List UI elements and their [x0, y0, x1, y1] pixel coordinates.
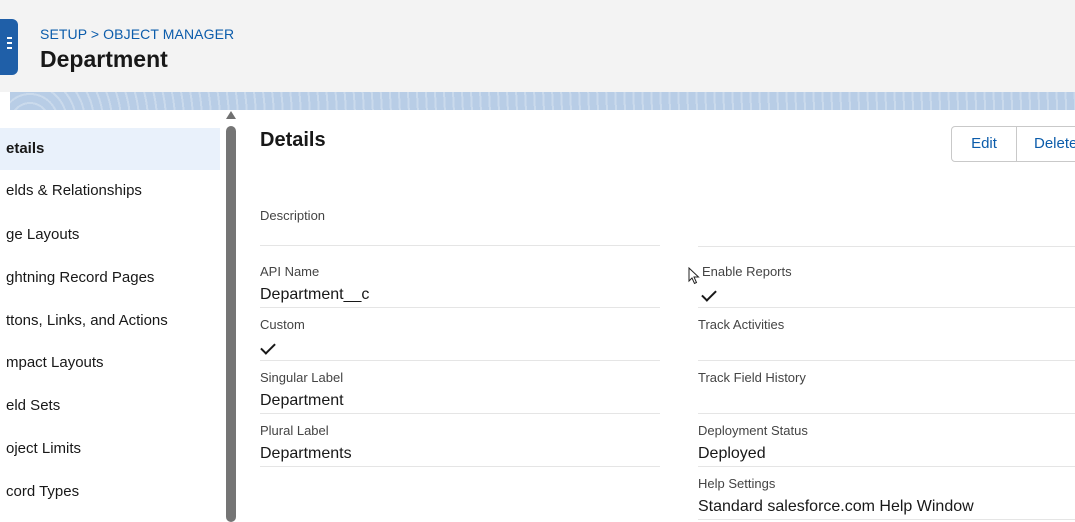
sidebar-item-compact-layouts[interactable]: mpact Layouts: [0, 342, 220, 384]
sidebar-item-buttons-links-actions[interactable]: ttons, Links, and Actions: [0, 300, 220, 342]
field-label: Plural Label: [260, 423, 329, 438]
field-label: Track Activities: [698, 317, 785, 332]
breadcrumb[interactable]: SETUP > OBJECT MANAGER: [40, 26, 234, 42]
sidebar-item-lightning-record-pages[interactable]: ghtning Record Pages: [0, 257, 220, 299]
field-value: Department: [260, 392, 344, 409]
field-label: Enable Reports: [702, 264, 792, 279]
field-value: Deployed: [698, 445, 766, 462]
sidebar-item-record-types[interactable]: cord Types: [0, 471, 220, 513]
divider: [698, 246, 1075, 247]
field-deployment-status: Deployment Status Deployed: [698, 419, 1075, 467]
page-header: SETUP > OBJECT MANAGER Department: [0, 0, 1075, 92]
mouse-cursor-icon: [688, 267, 700, 285]
field-value: Department__c: [260, 286, 370, 303]
field-help-settings: Help Settings Standard salesforce.com He…: [698, 472, 1075, 520]
page-title: Department: [40, 46, 168, 72]
section-title: Details: [260, 129, 326, 151]
checkmark-icon: [701, 286, 717, 302]
sidebar: etails elds & Relationships ge Layouts g…: [0, 110, 222, 522]
scroll-thumb[interactable]: [226, 126, 236, 522]
sidebar-item-page-layouts[interactable]: ge Layouts: [0, 214, 220, 256]
field-description: Description: [260, 196, 660, 246]
field-label: API Name: [260, 264, 320, 279]
sidebar-item-fields-relationships[interactable]: elds & Relationships: [0, 170, 220, 212]
sidebar-item-field-sets[interactable]: eld Sets: [0, 385, 220, 427]
sidebar-item-details[interactable]: etails: [0, 128, 220, 170]
checkmark-icon: [260, 339, 276, 355]
details-panel: Details Edit Delete Description API Name…: [240, 110, 1075, 522]
field-label: Deployment Status: [698, 423, 808, 438]
field-singular-label: Singular Label Department: [260, 366, 660, 414]
field-track-field-history: Track Field History: [698, 366, 1075, 414]
delete-button[interactable]: Delete: [1017, 126, 1075, 162]
field-track-activities: Track Activities: [698, 313, 1075, 361]
sidebar-scrollbar[interactable]: [222, 110, 240, 522]
field-api-name: API Name Department__c: [260, 260, 660, 308]
field-value: Departments: [260, 445, 352, 462]
field-label: Help Settings: [698, 476, 776, 491]
scroll-up-arrow-icon[interactable]: [226, 111, 236, 119]
edit-button[interactable]: Edit: [951, 126, 1017, 162]
action-button-group: Edit Delete: [951, 126, 1075, 162]
object-manager-icon: [0, 19, 18, 75]
field-label: Singular Label: [260, 370, 344, 385]
field-label: Description: [260, 208, 326, 223]
field-plural-label: Plural Label Departments: [260, 419, 660, 467]
sidebar-item-object-limits[interactable]: oject Limits: [0, 428, 220, 470]
field-label: Track Field History: [698, 370, 806, 385]
field-label: Custom: [260, 317, 305, 332]
field-value: Standard salesforce.com Help Window: [698, 498, 974, 515]
decorative-band: [10, 92, 1075, 110]
field-enable-reports: Enable Reports: [698, 260, 1075, 308]
field-custom: Custom: [260, 313, 660, 361]
